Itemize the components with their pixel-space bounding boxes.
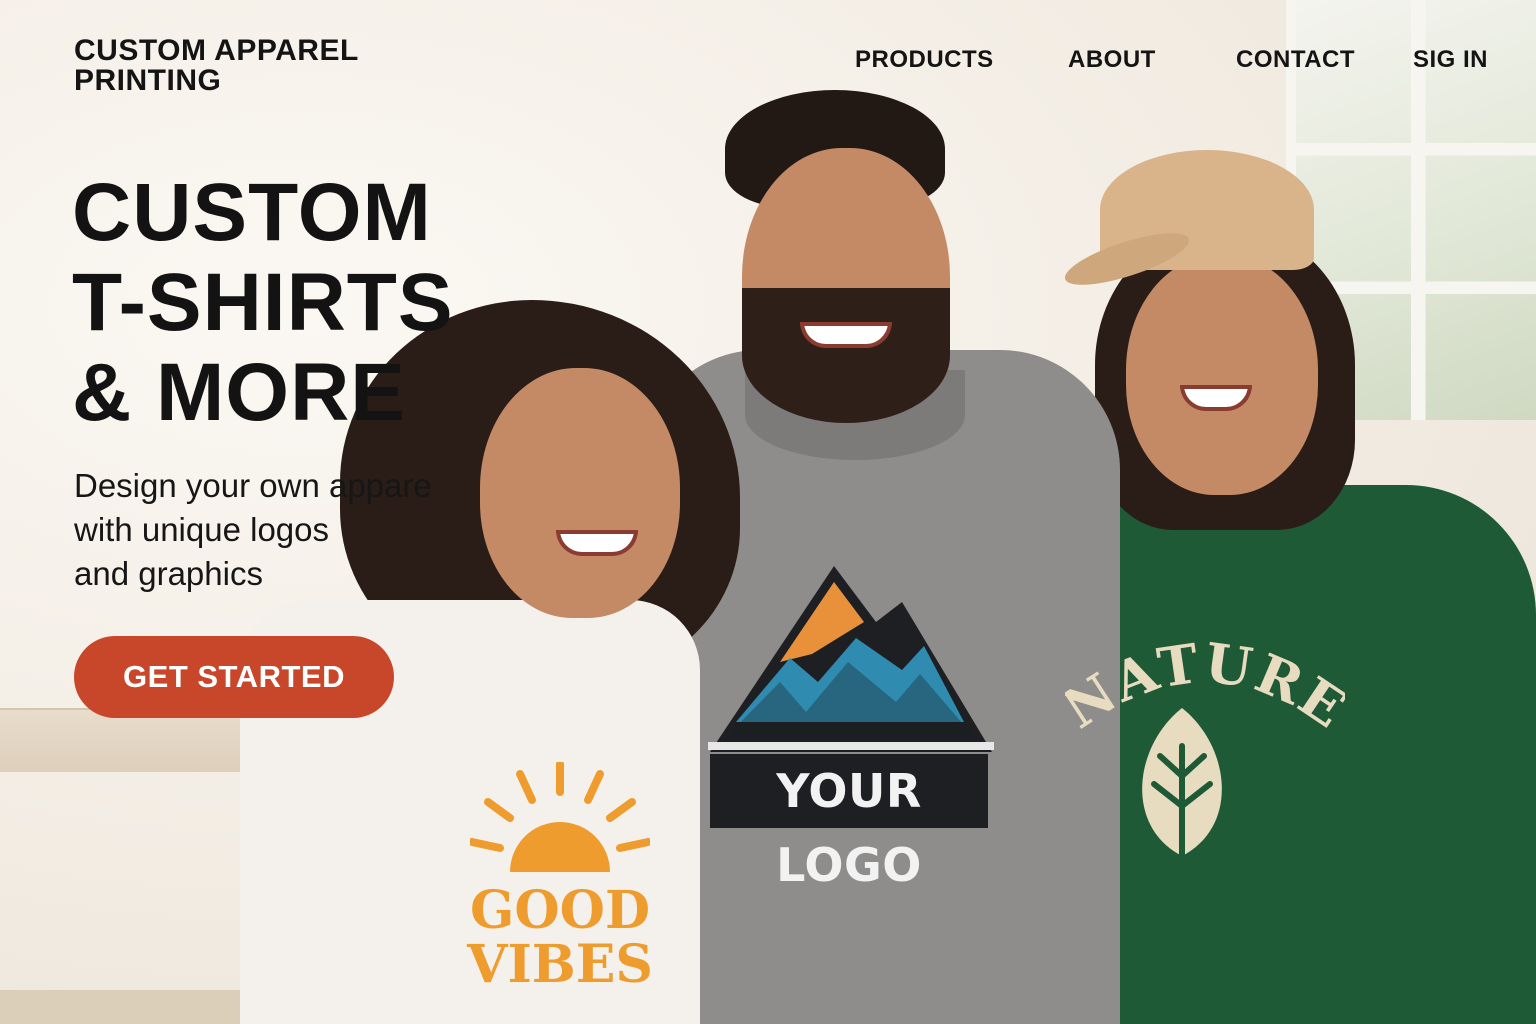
good-vibes-graphic: GOOD VIBES xyxy=(450,762,670,1002)
headline-line-2: T-SHIRTS xyxy=(72,257,454,348)
get-started-button[interactable]: GET STARTED xyxy=(74,636,394,718)
subtext-line-3: and graphics xyxy=(74,555,263,592)
subtext-line-1: Design your own appare xyxy=(74,467,432,504)
person-right-face xyxy=(1126,255,1318,495)
good-vibes-text: GOOD VIBES xyxy=(450,884,670,992)
person-middle-beard xyxy=(742,288,950,423)
nav-sign-in[interactable]: SIG IN xyxy=(1413,46,1488,74)
nav-contact[interactable]: CONTACT xyxy=(1236,46,1355,74)
hero-headline: CUSTOM T-SHIRTS & MORE xyxy=(72,168,454,438)
person-middle-smile xyxy=(800,322,892,348)
main-nav: PRODUCTS ABOUT CONTACT SIG IN xyxy=(0,46,1536,76)
person-left-face xyxy=(480,368,680,618)
vibes-text: VIBES xyxy=(467,934,653,995)
nav-about[interactable]: ABOUT xyxy=(1068,46,1156,74)
subtext-line-2: with unique logos xyxy=(74,511,330,548)
hero-subtext: Design your own appare with unique logos… xyxy=(74,464,474,596)
your-logo-text: YOUR LOGO xyxy=(710,754,988,892)
good-text: GOOD xyxy=(469,880,651,941)
headline-line-3: & MORE xyxy=(72,347,406,438)
leaf-icon xyxy=(1142,708,1222,876)
nav-products[interactable]: PRODUCTS xyxy=(855,46,994,74)
person-left-smile xyxy=(556,530,638,556)
headline-line-1: CUSTOM xyxy=(72,167,432,258)
